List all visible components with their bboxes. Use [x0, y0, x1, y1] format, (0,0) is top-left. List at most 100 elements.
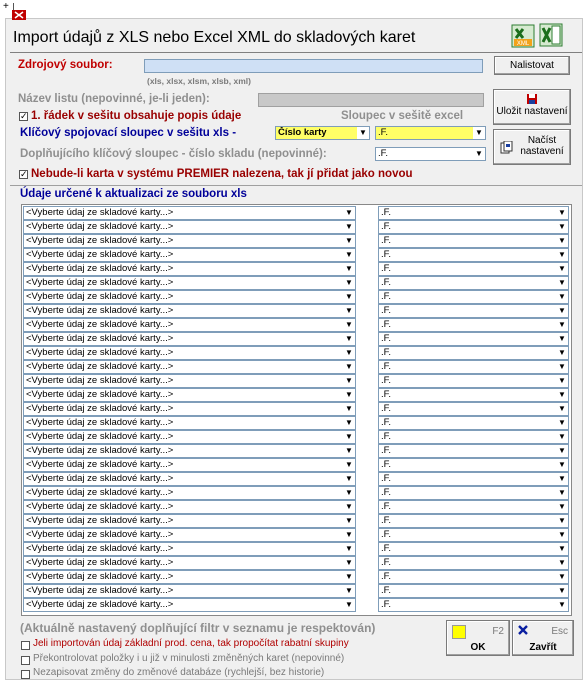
field-select[interactable]: <Vyberte údaj ze skladové karty...> ▼	[23, 262, 356, 276]
field-select-value: <Vyberte údaj ze skladové karty...>	[26, 431, 174, 442]
column-select[interactable]: .F. ▼	[378, 276, 569, 290]
column-select[interactable]: .F. ▼	[378, 248, 569, 262]
column-select[interactable]: .F. ▼	[378, 444, 569, 458]
field-select[interactable]: <Vyberte údaj ze skladové karty...> ▼	[23, 276, 356, 290]
option-label-2: Překontrolovat položky i u již v minulos…	[33, 653, 345, 664]
column-select[interactable]: .F. ▼	[378, 584, 569, 598]
first-row-checkbox[interactable]: ✓	[19, 112, 28, 121]
column-select[interactable]: .F. ▼	[378, 514, 569, 528]
browse-button[interactable]: Nalistovat	[494, 56, 570, 75]
column-select-value: .F.	[381, 235, 392, 246]
field-select[interactable]: <Vyberte údaj ze skladové karty...> ▼	[23, 472, 356, 486]
column-select[interactable]: .F. ▼	[378, 360, 569, 374]
column-select[interactable]: .F. ▼	[378, 290, 569, 304]
field-select[interactable]: <Vyberte údaj ze skladové karty...> ▼	[23, 346, 356, 360]
column-select[interactable]: .F. ▼	[378, 374, 569, 388]
chevron-down-icon: ▼	[556, 445, 568, 457]
ok-button[interactable]: F2 OK	[446, 620, 510, 656]
field-select[interactable]: <Vyberte údaj ze skladové karty...> ▼	[23, 528, 356, 542]
column-select[interactable]: .F. ▼	[378, 542, 569, 556]
close-icon[interactable]	[12, 10, 26, 20]
column-select[interactable]: .F. ▼	[378, 234, 569, 248]
field-select[interactable]: <Vyberte údaj ze skladové karty...> ▼	[23, 458, 356, 472]
field-select[interactable]: <Vyberte údaj ze skladové karty...> ▼	[23, 234, 356, 248]
chevron-down-icon: ▼	[343, 291, 355, 303]
column-select[interactable]: .F. ▼	[378, 486, 569, 500]
option-checkbox-1[interactable]	[21, 641, 30, 650]
chevron-down-icon: ▼	[556, 571, 568, 583]
column-select[interactable]: .F. ▼	[378, 318, 569, 332]
field-select-value: <Vyberte údaj ze skladové karty...>	[26, 249, 174, 260]
column-select[interactable]: .F. ▼	[378, 220, 569, 234]
chevron-down-icon: ▼	[556, 235, 568, 247]
field-select-value: <Vyberte údaj ze skladové karty...>	[26, 557, 174, 568]
load-settings-button[interactable]: Načíst nastavení	[493, 129, 571, 165]
field-select[interactable]: <Vyberte údaj ze skladové karty...> ▼	[23, 514, 356, 528]
column-select[interactable]: .F. ▼	[378, 570, 569, 584]
column-select[interactable]: .F. ▼	[378, 472, 569, 486]
field-select[interactable]: <Vyberte údaj ze skladové karty...> ▼	[23, 388, 356, 402]
column-select-value: .F.	[381, 361, 392, 372]
field-select[interactable]: <Vyberte údaj ze skladové karty...> ▼	[23, 206, 356, 220]
column-select[interactable]: .F. ▼	[378, 430, 569, 444]
option-checkbox-3[interactable]	[21, 670, 30, 679]
field-select[interactable]: <Vyberte údaj ze skladové karty...> ▼	[23, 220, 356, 234]
column-select[interactable]: .F. ▼	[378, 332, 569, 346]
field-select[interactable]: <Vyberte údaj ze skladové karty...> ▼	[23, 402, 356, 416]
column-select-value: .F.	[381, 347, 392, 358]
field-select[interactable]: <Vyberte údaj ze skladové karty...> ▼	[23, 584, 356, 598]
chevron-down-icon: ▼	[343, 221, 355, 233]
column-select[interactable]: .F. ▼	[378, 598, 569, 612]
extensions-hint: (xls, xlsx, xlsm, xlsb, xml)	[147, 76, 251, 86]
option-checkbox-2[interactable]	[21, 656, 30, 665]
column-select[interactable]: .F. ▼	[378, 458, 569, 472]
key-column-select[interactable]: .F. ▼	[375, 126, 486, 140]
field-select[interactable]: <Vyberte údaj ze skladové karty...> ▼	[23, 416, 356, 430]
column-select[interactable]: .F. ▼	[378, 528, 569, 542]
field-select[interactable]: <Vyberte údaj ze skladové karty...> ▼	[23, 304, 356, 318]
source-file-input[interactable]	[144, 59, 483, 73]
field-select[interactable]: <Vyberte údaj ze skladové karty...> ▼	[23, 500, 356, 514]
key-field-select[interactable]: Číslo karty ▼	[275, 126, 370, 140]
save-settings-button[interactable]: Uložit nastavení	[493, 89, 571, 125]
column-select[interactable]: .F. ▼	[378, 262, 569, 276]
field-select[interactable]: <Vyberte údaj ze skladové karty...> ▼	[23, 332, 356, 346]
column-select[interactable]: .F. ▼	[378, 416, 569, 430]
column-select[interactable]: .F. ▼	[378, 500, 569, 514]
field-select[interactable]: <Vyberte údaj ze skladové karty...> ▼	[23, 598, 356, 612]
secondary-key-select[interactable]: .F. ▼	[375, 147, 486, 161]
field-select[interactable]: <Vyberte údaj ze skladové karty...> ▼	[23, 318, 356, 332]
field-select[interactable]: <Vyberte údaj ze skladové karty...> ▼	[23, 542, 356, 556]
field-select-value: <Vyberte údaj ze skladové karty...>	[26, 417, 174, 428]
field-select[interactable]: <Vyberte údaj ze skladové karty...> ▼	[23, 360, 356, 374]
field-select[interactable]: <Vyberte údaj ze skladové karty...> ▼	[23, 248, 356, 262]
column-select[interactable]: .F. ▼	[378, 206, 569, 220]
field-select[interactable]: <Vyberte údaj ze skladové karty...> ▼	[23, 556, 356, 570]
chevron-down-icon: ▼	[343, 445, 355, 457]
column-select[interactable]: .F. ▼	[378, 556, 569, 570]
chevron-down-icon: ▼	[556, 305, 568, 317]
option-label-3: Nezapisovat změny do změnové databáze (r…	[33, 667, 325, 678]
column-select[interactable]: .F. ▼	[378, 388, 569, 402]
chevron-down-icon: ▼	[473, 127, 485, 139]
chevron-down-icon: ▼	[556, 319, 568, 331]
field-select[interactable]: <Vyberte údaj ze skladové karty...> ▼	[23, 444, 356, 458]
column-select[interactable]: .F. ▼	[378, 346, 569, 360]
sheet-name-input[interactable]	[258, 93, 484, 107]
column-select[interactable]: .F. ▼	[378, 402, 569, 416]
field-select[interactable]: <Vyberte údaj ze skladové karty...> ▼	[23, 430, 356, 444]
field-select[interactable]: <Vyberte údaj ze skladové karty...> ▼	[23, 290, 356, 304]
close-button[interactable]: Esc Zavřít	[512, 620, 574, 656]
field-select[interactable]: <Vyberte údaj ze skladové karty...> ▼	[23, 486, 356, 500]
chevron-down-icon: ▼	[556, 347, 568, 359]
field-select[interactable]: <Vyberte údaj ze skladové karty...> ▼	[23, 374, 356, 388]
column-select[interactable]: .F. ▼	[378, 304, 569, 318]
field-select[interactable]: <Vyberte údaj ze skladové karty...> ▼	[23, 570, 356, 584]
title-divider	[10, 52, 582, 53]
field-select-value: <Vyberte údaj ze skladové karty...>	[26, 221, 174, 232]
chevron-down-icon: ▼	[343, 571, 355, 583]
add-new-checkbox[interactable]: ✓	[19, 170, 28, 179]
key-field-value: Číslo karty	[278, 127, 327, 138]
close-label: Zavřít	[529, 642, 557, 653]
field-select-value: <Vyberte údaj ze skladové karty...>	[26, 473, 174, 484]
